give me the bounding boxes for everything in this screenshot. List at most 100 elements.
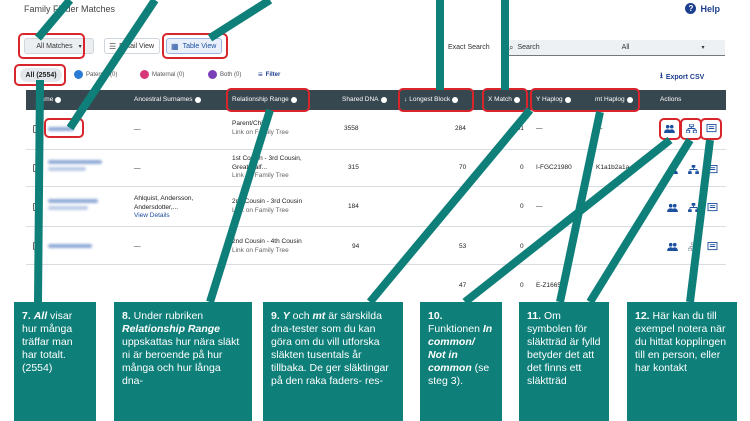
- exact-search-checkbox[interactable]: [436, 44, 444, 52]
- in-common-icon[interactable]: [667, 242, 678, 251]
- in-common-icon[interactable]: [667, 203, 678, 212]
- family-tree-filled-icon[interactable]: [688, 165, 699, 174]
- family-tree-icon[interactable]: [688, 242, 699, 251]
- row-checkbox[interactable]: [33, 203, 41, 211]
- table-row[interactable]: [26, 227, 726, 265]
- highlight-notes: [700, 118, 722, 140]
- exact-search-label: Exact Search: [448, 44, 490, 51]
- callout-7: 7. All visar hur många träffar man har t…: [14, 302, 96, 421]
- col-shared-dna[interactable]: Shared DNA: [342, 96, 387, 103]
- col-actions: Actions: [660, 96, 681, 103]
- match-name-link[interactable]: [48, 160, 102, 164]
- row-relationship-label: 2nd Cousin - 4th Cousin: [232, 238, 302, 245]
- note-icon[interactable]: [707, 165, 718, 174]
- row-x-match: 0: [520, 243, 524, 250]
- maternal-icon: [140, 70, 149, 79]
- family-tree-link[interactable]: Link on Family Tree: [232, 129, 289, 138]
- note-icon[interactable]: [707, 203, 718, 212]
- row-relationship-label: Parent/Child: [232, 120, 268, 127]
- callout-9-mid: och: [289, 310, 313, 322]
- row-longest-block: 284: [455, 125, 466, 132]
- family-tree-link[interactable]: Link on Family Tree: [232, 172, 302, 181]
- callout-8-pre: Under rubriken: [130, 310, 204, 322]
- family-tree-link[interactable]: Link on Family Tree: [232, 207, 302, 216]
- row-x-match: 0: [520, 164, 524, 171]
- table-row[interactable]: [26, 187, 726, 227]
- table-row[interactable]: [26, 265, 726, 302]
- row-checkbox[interactable]: [33, 125, 41, 133]
- row-shared-dna: 315: [348, 164, 359, 171]
- highlight-longest-block: [398, 88, 474, 112]
- search-scope-select[interactable]: All: [622, 44, 630, 51]
- info-icon: [380, 96, 387, 103]
- paternal-icon: [74, 70, 83, 79]
- col-ancestral-surnames[interactable]: Ancestral Surnames: [134, 96, 201, 103]
- note-icon[interactable]: [707, 242, 718, 251]
- row-x-match: 0: [520, 282, 524, 289]
- row-checkbox[interactable]: [33, 164, 41, 172]
- row-surnames: —: [134, 165, 141, 172]
- callout-10: 10. Funktionen In common/ Not in common …: [420, 302, 502, 421]
- highlight-x-match: [482, 88, 528, 112]
- export-csv-button[interactable]: ⭳ Export CSV: [660, 70, 704, 84]
- highlight-match-name: [44, 118, 84, 138]
- row-relationship-label: 1st Cousin - 3rd Cousin,: [232, 155, 302, 162]
- callout-11-number: 11.: [527, 310, 542, 322]
- highlight-in-common: [659, 118, 681, 140]
- row-relationship: 2nd Cousin - 3rd Cousin Link on Family T…: [232, 198, 302, 215]
- row-mt-haplog: K1a1b2a1a: [596, 164, 630, 171]
- page-title: Family Finder Matches: [24, 4, 116, 14]
- highlight-table-view: [162, 33, 228, 59]
- highlight-all-matches: [18, 33, 85, 59]
- filter-maternal[interactable]: Maternal (0): [140, 70, 184, 79]
- match-name-link[interactable]: [48, 244, 92, 248]
- col-surnames-label: Ancestral Surnames: [134, 96, 193, 103]
- callout-9-emphasis-2: mt: [312, 310, 326, 322]
- filter-both[interactable]: Both (0): [208, 70, 241, 79]
- row-longest-block: 47: [459, 282, 467, 289]
- view-details-link[interactable]: View Details: [134, 212, 193, 221]
- filter-button[interactable]: ≡ Filter: [258, 70, 280, 79]
- info-icon: [55, 96, 62, 103]
- family-tree-filled-icon[interactable]: [688, 203, 699, 212]
- callout-9: 9. Y och mt är särskilda dna-tester som …: [263, 302, 403, 421]
- filter-paternal[interactable]: Paternal (0): [74, 70, 117, 79]
- row-y-haplog: E-Z16659: [536, 282, 565, 289]
- download-icon: ⭳: [660, 71, 663, 80]
- row-checkbox[interactable]: [33, 242, 41, 250]
- col-name[interactable]: Name: [36, 96, 62, 103]
- highlight-haplogroups: [530, 88, 640, 112]
- family-tree-link[interactable]: Link on Family Tree: [232, 247, 302, 256]
- highlight-all-count: [14, 64, 66, 86]
- highlight-family-tree: [680, 118, 702, 140]
- filter-label: Filter: [265, 71, 281, 78]
- row-relationship: 2nd Cousin - 4th Cousin Link on Family T…: [232, 238, 302, 255]
- row-shared-dna: 94: [352, 243, 360, 250]
- callout-12: 12. Här kan du till exempel notera när d…: [627, 302, 737, 421]
- row-relationship: 1st Cousin - 3rd Cousin, Great/Half... L…: [232, 155, 302, 181]
- row-relationship-label: 2nd Cousin - 3rd Cousin: [232, 198, 303, 205]
- match-name-link[interactable]: [48, 199, 98, 203]
- table-row[interactable]: [26, 110, 726, 150]
- callout-9-number: 9.: [271, 310, 280, 322]
- row-x-match: 0: [520, 203, 524, 210]
- callout-10-pre: Funktionen: [428, 323, 483, 335]
- row-surnames: —: [134, 243, 141, 250]
- callout-7-emphasis: All: [33, 310, 48, 322]
- callout-12-text: Här kan du till exempel notera när du hi…: [635, 310, 727, 374]
- match-name-sub: [48, 206, 88, 210]
- chevron-down-icon: ▾: [701, 45, 705, 51]
- row-relationship: Parent/Child Link on Family Tree: [232, 120, 289, 137]
- row-relationship-label-2: Great/Half...: [232, 163, 268, 171]
- search-input[interactable]: ⌕ Search All ▾: [503, 40, 725, 56]
- detail-view-button[interactable]: ☰ Detail View: [104, 38, 160, 54]
- filter-paternal-label: Paternal (0): [86, 71, 118, 78]
- in-common-icon[interactable]: [667, 165, 678, 174]
- help-link[interactable]: ? Help: [685, 3, 720, 14]
- col-name-label: Name: [36, 96, 54, 103]
- match-name-sub: [48, 167, 86, 171]
- row-y-haplog: —: [536, 125, 543, 132]
- help-label: Help: [700, 3, 720, 14]
- col-actions-label: Actions: [660, 96, 682, 103]
- filter-icon: ≡: [258, 70, 263, 79]
